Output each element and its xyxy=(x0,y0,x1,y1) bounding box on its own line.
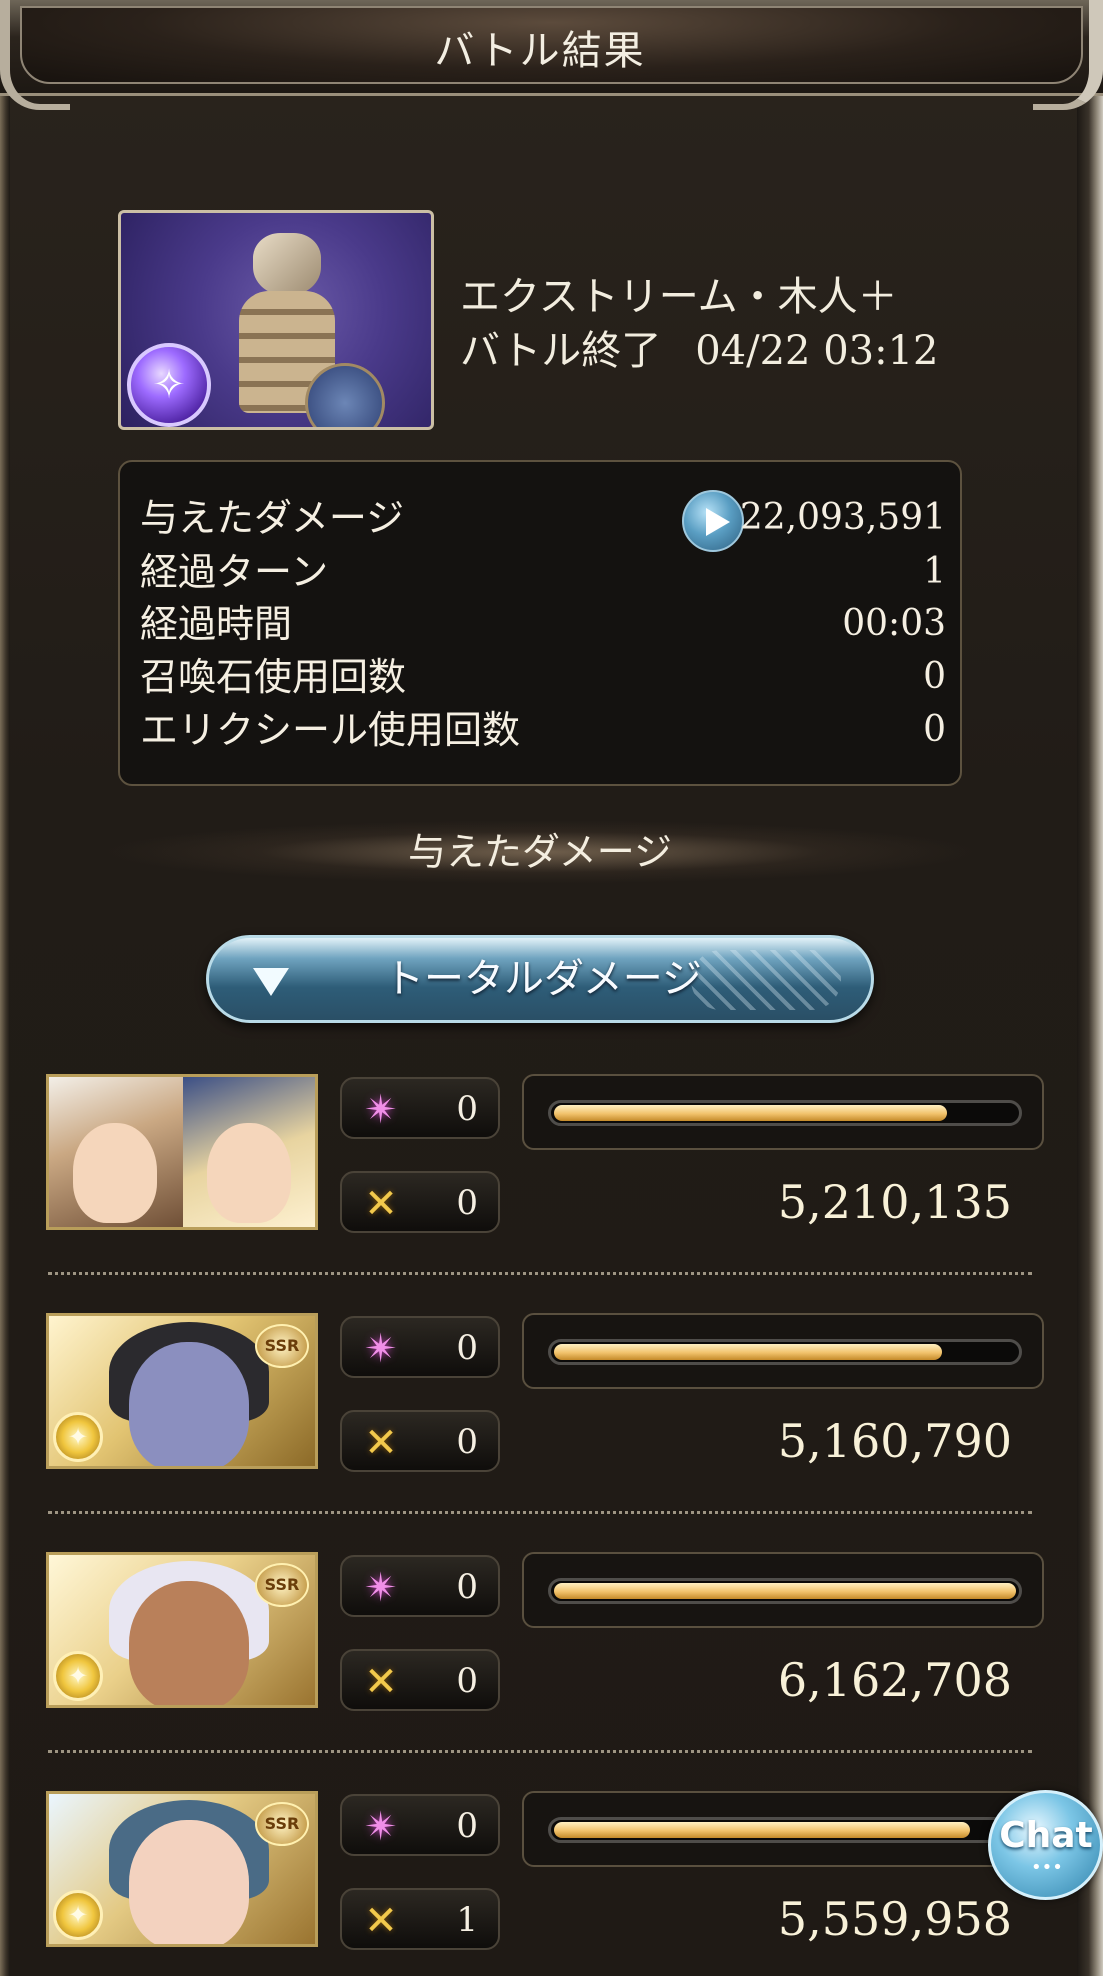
row-divider xyxy=(48,1511,1032,1514)
section-title-text: 与えたダメージ xyxy=(407,830,673,874)
stat-value: 00:03 xyxy=(842,603,946,644)
damage-bar-fill xyxy=(554,1583,1016,1599)
chain-count-box: ✕ 0 xyxy=(340,1410,500,1472)
chain-count: 0 xyxy=(456,1661,478,1701)
row-divider xyxy=(48,1750,1032,1753)
quest-name: エクストリーム・木人＋ xyxy=(460,274,898,320)
damage-type-dropdown[interactable]: トータルダメージ xyxy=(206,935,874,1023)
ougi-count-box: ✴ 0 xyxy=(340,1794,500,1856)
battle-result-screen: バトル結果 ✧ エクストリーム・木人＋ バトル終了 04/22 03:12 与えた… xyxy=(0,0,1103,1976)
damage-value: 5,160,790 xyxy=(777,1414,1012,1468)
ssr-character-portrait[interactable]: SSR xyxy=(46,1791,318,1947)
stat-row-elixirs: エリクシール使用回数 0 xyxy=(140,704,946,756)
light-element-icon xyxy=(53,1890,103,1940)
stat-row-time: 経過時間 00:03 xyxy=(140,598,946,650)
chain-count: 1 xyxy=(456,1900,478,1940)
stat-row-damage: 与えたダメージ 22,093,591 xyxy=(140,490,946,552)
chat-label: Chat xyxy=(999,1815,1093,1856)
character-row: SSR ✴ 0 ✕ 1 5,559,958 xyxy=(46,1791,1046,1951)
row-divider xyxy=(48,1272,1032,1275)
stat-row-turns: 経過ターン 1 xyxy=(140,546,946,598)
chain-burst-icon: ✕ xyxy=(364,1659,398,1705)
quest-thumbnail: ✧ xyxy=(118,210,434,430)
chain-count: 0 xyxy=(456,1183,478,1223)
rarity-badge: SSR xyxy=(255,1802,309,1846)
ougi-count: 0 xyxy=(456,1089,478,1129)
damage-bar-box xyxy=(522,1791,1044,1867)
character-row: SSR ✴ 0 ✕ 0 5,160,790 xyxy=(46,1313,1046,1473)
chain-burst-icon: ✕ xyxy=(364,1420,398,1466)
damage-value: 5,559,958 xyxy=(777,1892,1012,1946)
battle-end-datetime: 04/22 03:12 xyxy=(695,328,939,374)
damage-bar-fill xyxy=(554,1822,970,1838)
stat-label: 経過時間 xyxy=(140,602,293,646)
damage-bar-fill xyxy=(554,1344,942,1360)
damage-bar-fill xyxy=(554,1105,947,1121)
light-element-icon xyxy=(53,1412,103,1462)
quest-info: エクストリーム・木人＋ バトル終了 04/22 03:12 xyxy=(460,270,980,378)
ougi-star-icon: ✴ xyxy=(364,1804,398,1850)
chain-count-box: ✕ 0 xyxy=(340,1171,500,1233)
ougi-star-icon: ✴ xyxy=(364,1565,398,1611)
chain-count-box: ✕ 0 xyxy=(340,1649,500,1711)
battle-stats-panel: 与えたダメージ 22,093,591 経過ターン 1 経過時間 00:03 召喚… xyxy=(118,460,962,786)
stat-label: 召喚石使用回数 xyxy=(140,655,407,699)
chain-count-box: ✕ 1 xyxy=(340,1888,500,1950)
battle-end-line: バトル終了 04/22 03:12 xyxy=(460,324,980,378)
rarity-badge: SSR xyxy=(255,1324,309,1368)
battle-end-label: バトル終了 xyxy=(460,328,662,374)
ougi-star-icon: ✴ xyxy=(364,1326,398,1372)
light-element-icon xyxy=(53,1651,103,1701)
ougi-count-box: ✴ 0 xyxy=(340,1316,500,1378)
damage-value: 5,210,135 xyxy=(777,1175,1012,1229)
play-replay-button[interactable] xyxy=(682,490,744,552)
header-bar: バトル結果 xyxy=(0,0,1103,110)
stat-value: 22,093,591 xyxy=(739,497,946,538)
ougi-count-box: ✴ 0 xyxy=(340,1077,500,1139)
chat-button[interactable]: Chat ••• xyxy=(988,1790,1103,1900)
stat-value: 0 xyxy=(923,656,946,697)
damage-bar-box xyxy=(522,1313,1044,1389)
chain-burst-icon: ✕ xyxy=(364,1181,398,1227)
chain-burst-icon: ✕ xyxy=(364,1898,398,1944)
training-dummy-image xyxy=(239,233,385,427)
character-row: SSR ✴ 0 ✕ 0 6,162,708 xyxy=(46,1552,1046,1712)
chat-bubble-icon: ••• xyxy=(1031,1857,1063,1878)
character-row: ✴ 0 ✕ 0 5,210,135 xyxy=(46,1074,1046,1234)
stat-row-summons: 召喚石使用回数 0 xyxy=(140,651,946,703)
ougi-star-icon: ✴ xyxy=(364,1087,398,1133)
stat-value: 0 xyxy=(923,709,946,750)
stat-label: エリクシール使用回数 xyxy=(140,708,521,752)
chain-count: 0 xyxy=(456,1422,478,1462)
wind-element-icon: ✧ xyxy=(127,343,211,427)
frame-left-border xyxy=(0,60,10,1976)
ougi-count-box: ✴ 0 xyxy=(340,1555,500,1617)
stat-value: 1 xyxy=(923,551,946,592)
damage-bar-box xyxy=(522,1074,1044,1150)
frame-right-border xyxy=(1077,60,1103,1976)
damage-bar-box xyxy=(522,1552,1044,1628)
ougi-count: 0 xyxy=(456,1328,478,1368)
stat-label: 与えたダメージ xyxy=(140,496,405,540)
ougi-count: 0 xyxy=(456,1806,478,1846)
ougi-count: 0 xyxy=(456,1567,478,1607)
page-title: バトル結果 xyxy=(434,28,646,74)
stat-label: 経過ターン xyxy=(140,550,329,594)
rarity-badge: SSR xyxy=(255,1563,309,1607)
dropdown-label: トータルダメージ xyxy=(384,956,702,1002)
damage-section-title: 与えたダメージ xyxy=(100,820,980,884)
damage-value: 6,162,708 xyxy=(777,1653,1012,1707)
ssr-character-portrait[interactable]: SSR xyxy=(46,1313,318,1469)
ssr-character-portrait[interactable]: SSR xyxy=(46,1552,318,1708)
main-character-portrait[interactable] xyxy=(46,1074,318,1230)
